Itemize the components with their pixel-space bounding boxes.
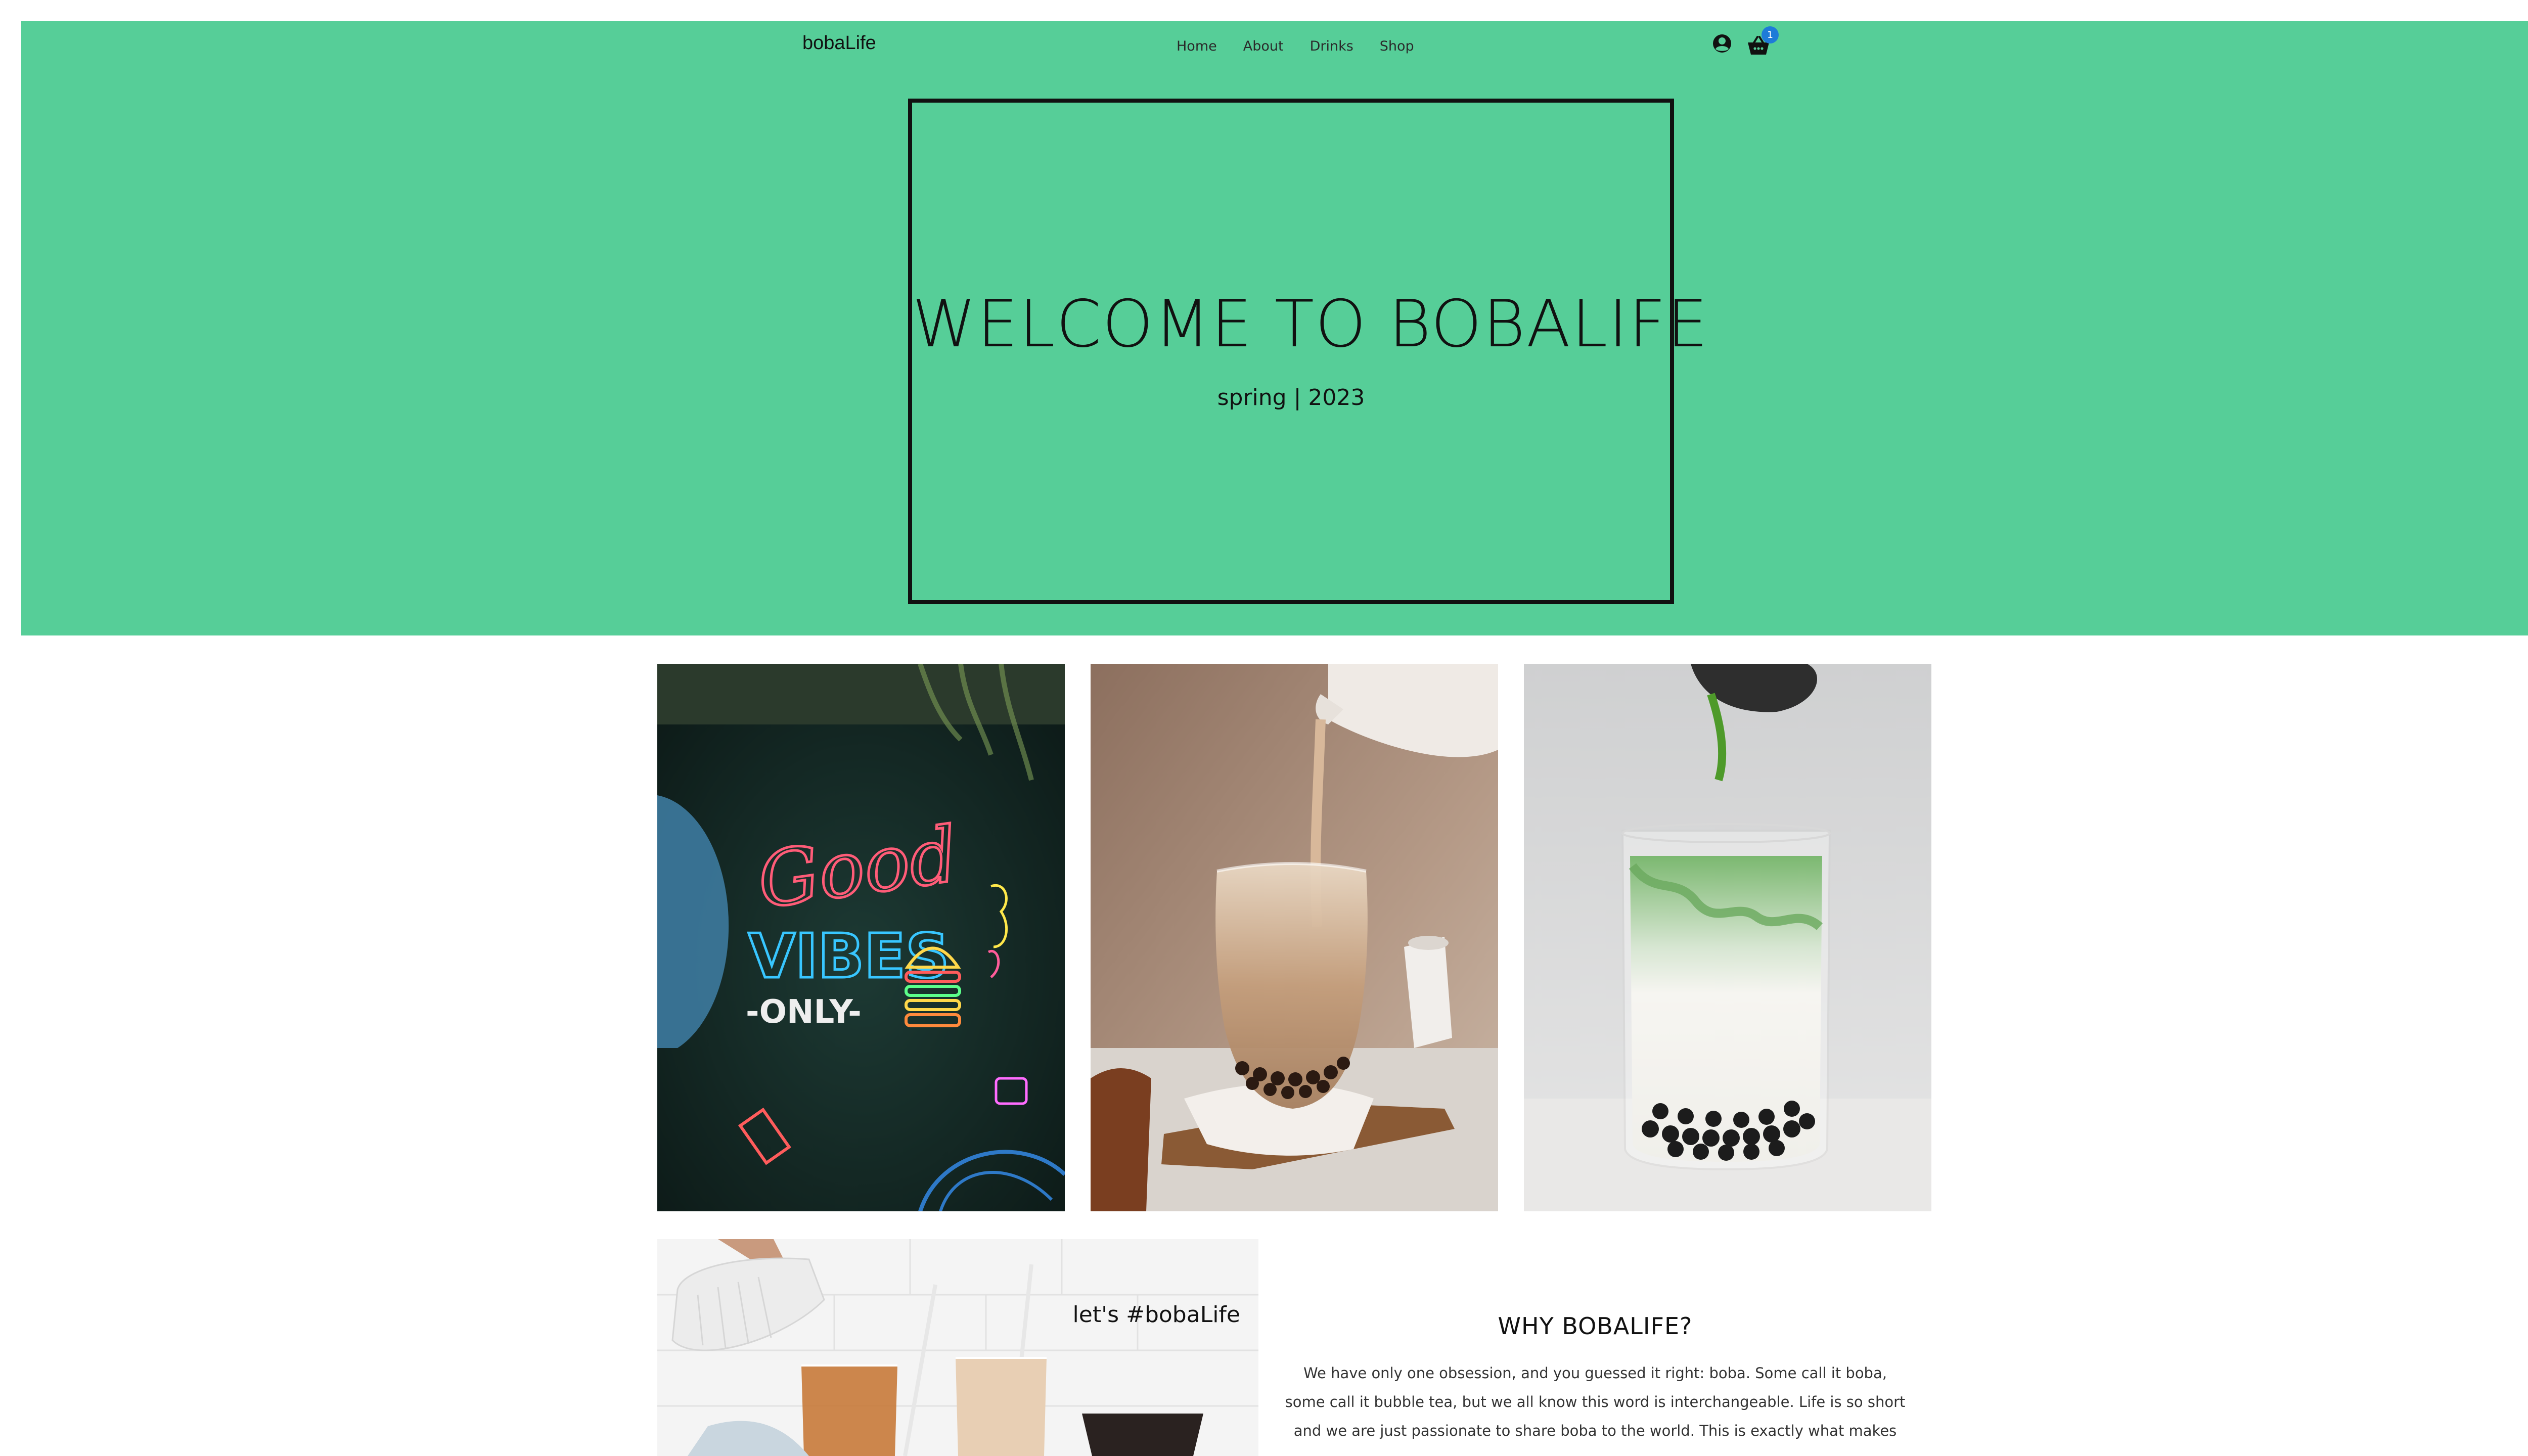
cart-button[interactable]: 1 (1744, 26, 1785, 58)
why-line: some call it bubble tea, but we all know… (1285, 1393, 1906, 1410)
nav-about[interactable]: About (1243, 39, 1284, 53)
milk-tea-illustration (1091, 664, 1498, 1211)
cart-count-badge: 1 (1762, 26, 1779, 43)
neon-only: -ONLY- (746, 993, 862, 1031)
promo-caption: let's #bobaLife (1072, 1302, 1240, 1328)
page: bobaLife Home About Drinks Shop 1 WELCOM… (0, 0, 2528, 1456)
nav-home[interactable]: Home (1177, 39, 1217, 53)
hero-section: bobaLife Home About Drinks Shop 1 WELCOM… (21, 21, 2528, 635)
nav-shop[interactable]: Shop (1380, 39, 1414, 53)
why-line: We have only one obsession, and you gues… (1303, 1364, 1887, 1382)
neon-good-vibes-photo[interactable]: Good VIBES -ONLY- (657, 664, 1065, 1211)
main-nav: Home About Drinks Shop (1177, 39, 1414, 53)
hero-title: WELCOME TO BOBALIFE (912, 287, 1709, 362)
hero-frame: WELCOME TO BOBALIFE spring | 2023 (908, 99, 1709, 604)
brand-logo[interactable]: bobaLife (802, 33, 876, 53)
matcha-latte-illustration (1524, 664, 1931, 1211)
boba-drinks-illustration (657, 1239, 1258, 1456)
why-section: WHY BOBALIFE? We have only one obsession… (1284, 1314, 1906, 1445)
promo-boba-photo[interactable]: let's #bobaLife (657, 1239, 1258, 1456)
hero-subtitle: spring | 2023 (1217, 385, 1365, 411)
matcha-latte-pour-photo[interactable] (1524, 664, 1931, 1211)
why-title: WHY BOBALIFE? (1498, 1312, 1693, 1340)
nav-drinks[interactable]: Drinks (1310, 39, 1353, 53)
user-circle-icon[interactable] (1710, 31, 1734, 56)
why-body: We have only one obsession, and you gues… (1284, 1359, 1906, 1445)
milk-tea-pour-photo[interactable] (1091, 664, 1498, 1211)
neon-sign-illustration: Good VIBES -ONLY- (657, 664, 1065, 1211)
why-line: and we are just passionate to share boba… (1293, 1422, 1897, 1439)
